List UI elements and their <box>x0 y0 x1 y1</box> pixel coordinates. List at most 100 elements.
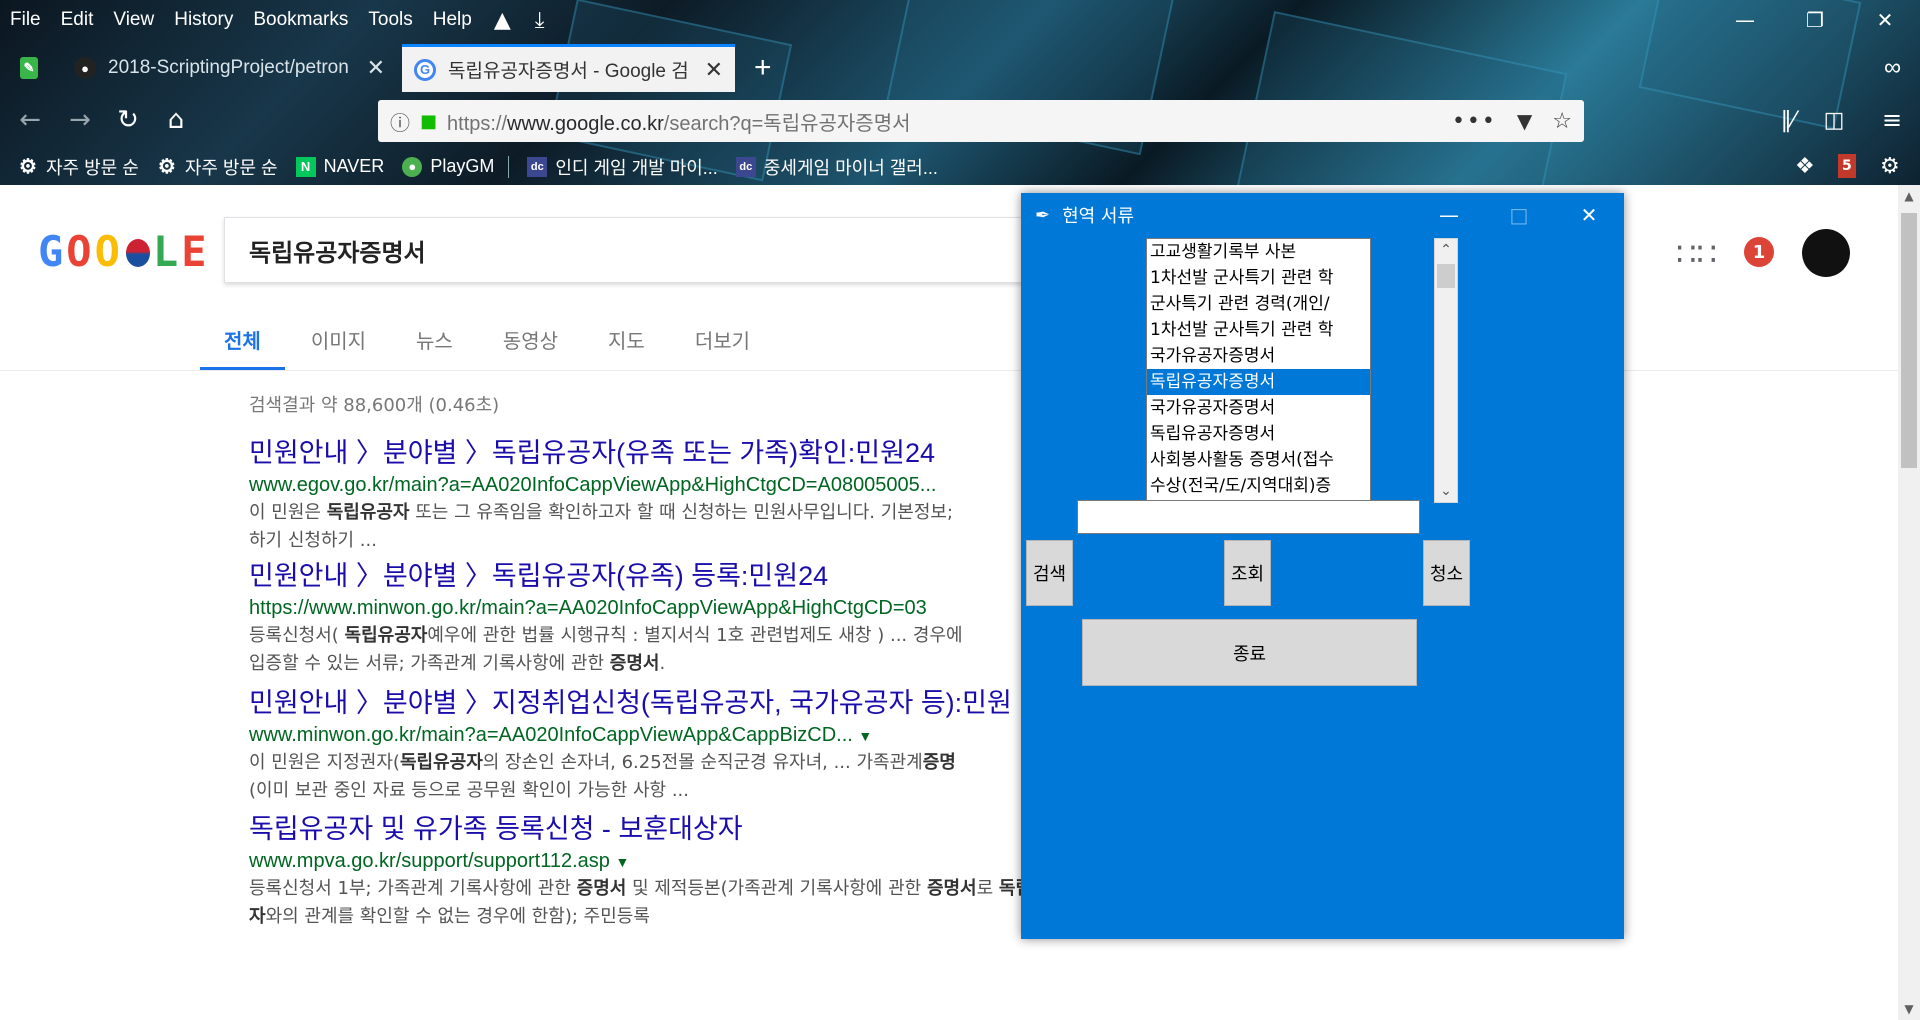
home-button[interactable]: ⌂ <box>158 102 194 138</box>
avatar[interactable] <box>1802 229 1850 277</box>
list-item[interactable]: 국가유공자증명서 <box>1147 343 1370 369</box>
menu-view[interactable]: View <box>103 9 164 31</box>
logo-letter: E <box>181 227 210 276</box>
page-scrollbar[interactable]: ▲ ▼ <box>1898 185 1920 1020</box>
clear-button[interactable]: 청소 <box>1423 540 1470 606</box>
google-doodle-logo[interactable]: GOO LE <box>38 227 209 276</box>
tab-github[interactable]: ● 2018-ScriptingProject/petron… ✕ <box>62 44 397 92</box>
chevron-down-icon[interactable]: ⌄ <box>1435 480 1457 502</box>
close-tab-icon[interactable]: ✕ <box>705 57 723 83</box>
url-bar[interactable]: ⓘ ■ https://www.google.co.kr/search?q=독립… <box>378 100 1584 142</box>
search-input[interactable]: 독립유공자증명서 <box>224 217 1024 283</box>
new-tab-button[interactable]: + <box>742 44 784 92</box>
caret-down-icon[interactable]: ▼ <box>858 728 872 744</box>
browser-chrome: File Edit View History Bookmarks Tools H… <box>0 0 1920 185</box>
minimize-icon[interactable]: — <box>1710 0 1780 40</box>
bookmark-separator <box>508 155 510 178</box>
tab-images[interactable]: 이미지 <box>311 325 366 371</box>
dc-icon: dc <box>527 156 548 177</box>
list-item[interactable]: 수상(전국/도/지역대회)증 <box>1147 473 1370 499</box>
bookmark-item[interactable]: ⚙ 자주 방문 순 <box>157 154 278 180</box>
lookup-button[interactable]: 조회 <box>1224 540 1271 606</box>
reload-button[interactable]: ↻ <box>110 102 146 138</box>
apps-grid-icon[interactable]: ∷∷ <box>1676 235 1717 273</box>
menu-help[interactable]: Help <box>423 9 482 31</box>
logo-letter: G <box>38 227 67 276</box>
library-icon[interactable]: ▲ <box>482 8 523 33</box>
scroll-down-icon[interactable]: ▼ <box>1898 998 1920 1020</box>
bookmark-item[interactable]: ● PlayGM <box>402 156 494 177</box>
sidebar-icon[interactable]: ◫ <box>1816 102 1852 138</box>
bookmark-item[interactable]: N NAVER <box>295 156 384 177</box>
tab-maps[interactable]: 지도 <box>608 325 645 371</box>
forward-button[interactable]: → <box>62 102 98 138</box>
scroll-up-icon[interactable]: ▲ <box>1898 185 1920 207</box>
list-item[interactable]: 국가유공자증명서 <box>1147 395 1370 421</box>
list-item[interactable]: 사회봉사활동 증명서(접수 <box>1147 447 1370 473</box>
restore-icon[interactable]: ❐ <box>1780 0 1850 40</box>
menu-history[interactable]: History <box>164 9 243 31</box>
tab-all[interactable]: 전체 <box>200 325 285 371</box>
close-icon[interactable]: ✕ <box>1554 193 1624 237</box>
list-item-selected[interactable]: 독립유공자증명서 <box>1147 369 1370 395</box>
gear-icon[interactable]: ⚙ <box>1880 154 1900 179</box>
pocket-icon[interactable]: ▼ <box>1517 109 1532 133</box>
caret-down-icon[interactable]: ▼ <box>616 854 630 870</box>
tab-videos[interactable]: 동영상 <box>503 325 558 371</box>
result-snippet: 이 민원은 독립유공자 또는 그 유족임을 확인하고자 할 때 신청하는 민원사… <box>249 502 954 551</box>
puzzle-extension-icon[interactable]: ❖ <box>1795 154 1815 179</box>
tab-more[interactable]: 더보기 <box>695 325 750 371</box>
tab-news[interactable]: 뉴스 <box>416 325 453 371</box>
download-icon[interactable]: ⤓ <box>523 8 557 33</box>
menu-file[interactable]: File <box>0 9 51 31</box>
app-window: ✒ 현역 서류 — □ ✕ 고교생활기록부 사본 1차선발 군사특기 관련 학 … <box>1021 193 1624 939</box>
bookmark-item[interactable]: dc 중세게임 마이너 갤러... <box>735 154 938 180</box>
info-icon[interactable]: ⓘ <box>390 107 410 136</box>
close-tab-icon[interactable]: ✕ <box>367 55 385 81</box>
list-item[interactable]: 독립유공자증명서 <box>1147 421 1370 447</box>
lock-icon[interactable]: ■ <box>420 111 437 132</box>
menu-bookmarks[interactable]: Bookmarks <box>243 9 358 31</box>
result-title-link[interactable]: 민원안내 〉분야별 〉독립유공자(유족 또는 가족)확인:민원24 <box>249 431 1149 470</box>
firefox-menu-icon[interactable]: ✎ <box>8 44 50 92</box>
scrollbar-thumb[interactable] <box>1901 213 1917 468</box>
naver-icon: N <box>295 156 316 177</box>
bookmark-item[interactable]: dc 인디 게임 개발 마이... <box>527 154 718 180</box>
list-item[interactable]: 군사특기 관련 경력(개인/ <box>1147 291 1370 317</box>
scrollbar-thumb[interactable] <box>1437 264 1455 288</box>
gear-icon: ⚙ <box>19 156 37 178</box>
page-actions-icon[interactable]: ••• <box>1452 109 1497 134</box>
document-listbox[interactable]: 고교생활기록부 사본 1차선발 군사특기 관련 학 군사특기 관련 경력(개인/… <box>1146 238 1371 503</box>
extension-badge[interactable]: 5 <box>1838 154 1856 178</box>
close-icon[interactable]: ✕ <box>1850 0 1920 40</box>
result-url: https://www.minwon.go.kr/main?a=AA020Inf… <box>249 597 927 619</box>
result-title-link[interactable]: 민원안내 〉분야별 〉지정취업신청(독립유공자, 국가유공자 등):민원 <box>249 681 1149 720</box>
url-text[interactable]: https://www.google.co.kr/search?q=독립유공자증… <box>447 107 911 136</box>
listbox-scrollbar[interactable]: ⌃ ⌄ <box>1434 238 1458 503</box>
search-button[interactable]: 검색 <box>1026 540 1073 606</box>
menu-tools[interactable]: Tools <box>358 9 422 31</box>
logo-letter: O <box>94 227 123 276</box>
hamburger-menu-icon[interactable]: ≡ <box>1874 102 1910 138</box>
list-item[interactable]: 고교생활기록부 사본 <box>1147 239 1370 265</box>
window-titlebar[interactable]: ✒ 현역 서류 — □ ✕ <box>1021 193 1624 237</box>
maximize-icon: □ <box>1509 203 1529 227</box>
exit-button[interactable]: 종료 <box>1082 619 1417 686</box>
google-icon: G <box>414 58 436 81</box>
menu-edit[interactable]: Edit <box>51 9 104 31</box>
bookmark-item[interactable]: ⚙ 자주 방문 순 <box>18 154 139 180</box>
list-item[interactable]: 1차선발 군사특기 관련 학 <box>1147 317 1370 343</box>
chevron-up-icon[interactable]: ⌃ <box>1435 239 1457 261</box>
back-button[interactable]: ← <box>12 102 48 138</box>
notification-badge[interactable]: 1 <box>1744 237 1774 267</box>
result-title-link[interactable]: 민원안내 〉분야별 〉독립유공자(유족) 등록:민원24 <box>249 554 1149 593</box>
tab-google-search[interactable]: G 독립유공자증명서 - Google 검 ✕ <box>402 44 735 92</box>
list-item[interactable]: 1차선발 군사특기 관련 학 <box>1147 265 1370 291</box>
bookmark-label: PlayGM <box>430 156 495 176</box>
bookmark-star-icon[interactable]: ☆ <box>1552 109 1572 134</box>
result-title-link[interactable]: 독립유공자 및 유가족 등록신청 - 보훈대상자 <box>249 807 1149 846</box>
result-url: www.mpva.go.kr/support/support112.asp ▼ <box>249 850 1149 873</box>
minimize-icon[interactable]: — <box>1414 193 1484 237</box>
search-entry[interactable] <box>1077 500 1420 534</box>
library-icon[interactable]: ‖⁄ <box>1770 102 1806 138</box>
